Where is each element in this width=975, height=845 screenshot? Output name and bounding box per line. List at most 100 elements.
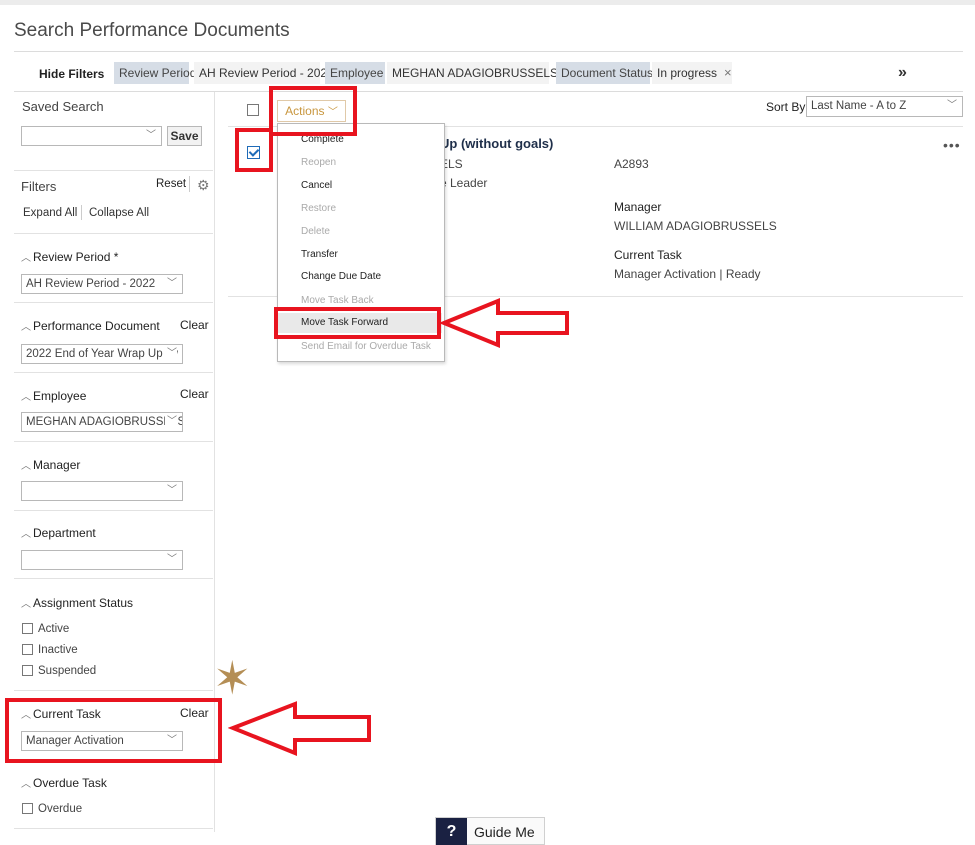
more-options-icon[interactable]: ••• xyxy=(943,137,961,153)
chevron-up-icon: ︿ xyxy=(21,322,31,333)
select-all-checkbox[interactable] xyxy=(247,104,259,116)
manager-label: Manager xyxy=(33,458,81,472)
help-icon: ? xyxy=(436,818,467,845)
active-label: Active xyxy=(38,623,70,635)
menu-item-send-email-overdue: Send Email for Overdue Task xyxy=(301,341,431,352)
performance-document-select[interactable]: 2022 End of Year Wrap Up (w ﹀ xyxy=(21,344,183,364)
reset-filters-link[interactable]: Reset xyxy=(156,178,186,190)
review-period-value: AH Review Period - 2022 xyxy=(26,278,156,290)
overdue-label: Overdue xyxy=(38,803,83,815)
chevron-up-icon: ︿ xyxy=(21,529,31,540)
document-title[interactable]: Up (without goals) xyxy=(440,136,553,151)
employee-clear[interactable]: Clear xyxy=(180,387,209,401)
active-filter-bar: Hide Filters Review Period AH Review Per… xyxy=(14,58,963,90)
manager-heading: Manager xyxy=(614,200,662,214)
chevron-down-icon: ﹀ xyxy=(165,275,177,293)
menu-item-change-due-date[interactable]: Change Due Date xyxy=(301,271,381,282)
manager-value: WILLIAM ADAGIOBRUSSELS xyxy=(614,219,777,233)
more-filters-icon[interactable]: » xyxy=(898,64,907,82)
review-period-label: Review Period * xyxy=(33,250,119,264)
chip-document-status: In progress × xyxy=(652,62,732,84)
employee-role: e Leader xyxy=(440,176,488,190)
sidebar-divider xyxy=(14,690,213,691)
page-title: Search Performance Documents xyxy=(14,20,290,41)
performance-document-label: Performance Document xyxy=(33,319,160,333)
chip-review-period-value: AH Review Period - 2022 xyxy=(194,62,334,84)
chevron-up-icon: ︿ xyxy=(21,392,31,403)
suspended-label: Suspended xyxy=(38,665,97,677)
review-period-header[interactable]: ︿ Review Period * xyxy=(21,249,118,264)
chip-document-status-value: In progress xyxy=(657,66,718,80)
sidebar-divider xyxy=(14,372,213,373)
expand-all-link[interactable]: Expand All xyxy=(23,207,77,219)
star-icon: ✶ xyxy=(213,652,252,704)
chevron-up-icon: ︿ xyxy=(21,253,31,264)
save-search-button[interactable]: Save xyxy=(167,126,202,146)
employee-value: MEGHAN ADAGIOBRUSSELS xyxy=(26,416,183,428)
current-task-status: Manager Activation | Ready xyxy=(614,267,761,281)
annotation-arrow-move-forward xyxy=(440,298,569,348)
sort-by-label: Sort By xyxy=(766,100,806,114)
sidebar-divider xyxy=(14,441,213,442)
department-select[interactable]: ﹀ xyxy=(21,550,183,570)
document-id: A2893 xyxy=(614,157,649,171)
overdue-task-header[interactable]: ︿ Overdue Task xyxy=(21,775,107,790)
annotation-box-checkbox xyxy=(235,128,273,172)
active-checkbox[interactable] xyxy=(22,623,33,634)
menu-item-reopen: Reopen xyxy=(301,157,337,168)
filters-label: Filters xyxy=(21,179,57,194)
guide-me-button[interactable]: ? Guide Me xyxy=(435,817,545,845)
hide-filters-link[interactable]: Hide Filters xyxy=(39,67,104,81)
chevron-up-icon: ︿ xyxy=(21,779,31,790)
performance-document-value: 2022 End of Year Wrap Up (w xyxy=(26,348,178,360)
employee-select[interactable]: MEGHAN ADAGIOBRUSSELS ﹀ xyxy=(21,412,183,432)
menu-item-transfer[interactable]: Transfer xyxy=(301,249,338,260)
chevron-up-icon: ︿ xyxy=(21,461,31,472)
menu-item-move-task-back: Move Task Back xyxy=(301,295,374,306)
manager-header[interactable]: ︿ Manager xyxy=(21,457,80,472)
chip-employee: MEGHAN ADAGIOBRUSSELS× xyxy=(387,62,573,84)
annotation-box-current-task xyxy=(5,698,222,763)
chip-review-period-key: Review Period xyxy=(114,62,196,84)
filter-bar-divider xyxy=(14,91,963,92)
title-divider xyxy=(14,51,963,52)
review-period-select[interactable]: AH Review Period - 2022 ﹀ xyxy=(21,274,183,294)
overdue-task-label: Overdue Task xyxy=(33,776,107,790)
sidebar-divider xyxy=(14,302,213,303)
menu-item-restore: Restore xyxy=(301,203,337,214)
department-label: Department xyxy=(33,526,96,540)
inactive-checkbox[interactable] xyxy=(22,644,33,655)
guide-me-label: Guide Me xyxy=(474,824,535,840)
collapse-all-link[interactable]: Collapse All xyxy=(89,207,149,219)
chip-document-status-key: Document Status xyxy=(556,62,653,84)
sort-by-select[interactable]: Last Name - A to Z ﹀ xyxy=(806,96,963,117)
sidebar-divider xyxy=(14,510,213,511)
chip-document-status-remove-icon[interactable]: × xyxy=(724,65,732,80)
department-header[interactable]: ︿ Department xyxy=(21,525,96,540)
annotation-arrow-current-task xyxy=(228,701,371,756)
gear-icon[interactable]: ⚙ xyxy=(197,177,210,194)
menu-item-cancel[interactable]: Cancel xyxy=(301,180,332,191)
chevron-down-icon: ﹀ xyxy=(165,482,177,500)
annotation-box-actions xyxy=(269,86,357,136)
annotation-box-move-forward xyxy=(274,307,441,339)
saved-search-select[interactable]: ﹀ xyxy=(21,126,162,146)
assignment-status-header[interactable]: ︿ Assignment Status xyxy=(21,595,133,610)
suspended-checkbox[interactable] xyxy=(22,665,33,676)
top-strip xyxy=(0,0,975,5)
overdue-checkbox[interactable] xyxy=(22,803,33,814)
chevron-down-icon: ﹀ xyxy=(165,345,177,363)
chevron-down-icon: ﹀ xyxy=(165,413,177,431)
performance-document-clear[interactable]: Clear xyxy=(180,318,209,332)
chevron-down-icon: ﹀ xyxy=(945,97,957,115)
expand-separator xyxy=(81,205,82,220)
sidebar-divider xyxy=(14,828,213,829)
employee-header[interactable]: ︿ Employee xyxy=(21,388,86,403)
performance-document-header[interactable]: ︿ Performance Document xyxy=(21,318,160,333)
current-task-heading: Current Task xyxy=(614,248,682,262)
chip-employee-value: MEGHAN ADAGIOBRUSSELS xyxy=(392,66,559,80)
manager-select[interactable]: ﹀ xyxy=(21,481,183,501)
chip-employee-key: Employee xyxy=(325,62,385,84)
sidebar-divider xyxy=(14,233,213,234)
saved-search-label: Saved Search xyxy=(22,99,104,114)
